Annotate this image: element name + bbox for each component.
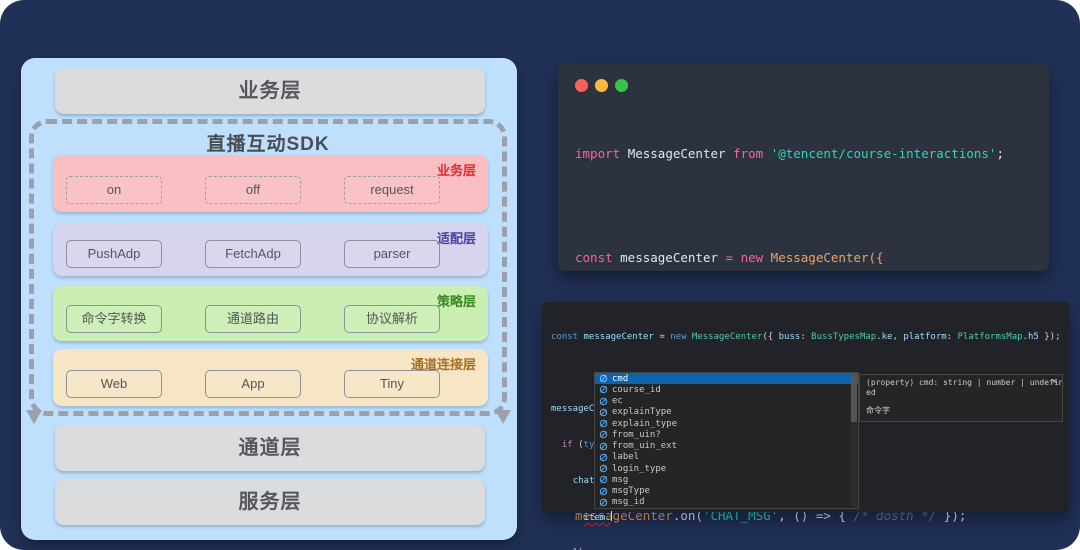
field-icon bbox=[599, 453, 608, 462]
suggest-item[interactable]: msgType bbox=[595, 486, 858, 497]
field-icon bbox=[599, 430, 608, 439]
business-layer-box: 业务层 bbox=[55, 68, 485, 114]
channel-layer-box: 通道层 bbox=[55, 425, 485, 471]
field-icon bbox=[599, 374, 608, 383]
vscode-editor: const messageCenter = new MessageCenter(… bbox=[542, 302, 1069, 512]
suggest-item[interactable]: msg_id bbox=[595, 497, 858, 508]
module-box: PushAdp bbox=[66, 240, 162, 268]
code-line: const messageCenter = new MessageCenter(… bbox=[551, 331, 1061, 343]
architecture-diagram: 业务层 直播互动SDK 业务层 on off request 适配层 PushA… bbox=[21, 58, 517, 540]
layer-title: 策略层 bbox=[437, 291, 476, 310]
scrollbar-thumb[interactable] bbox=[851, 374, 857, 422]
dropdown-scrollbar[interactable] bbox=[851, 374, 857, 507]
suggest-item[interactable]: login_type bbox=[595, 463, 858, 474]
suggest-docs-panel: (property) cmd: string | number | undefi… bbox=[859, 374, 1063, 422]
code-snippet-card: import MessageCenter from '@tencent/cour… bbox=[558, 63, 1049, 271]
suggest-item[interactable]: msg bbox=[595, 474, 858, 485]
field-icon bbox=[599, 498, 608, 507]
layer-boxes: on off request bbox=[66, 176, 440, 204]
module-box: Tiny bbox=[344, 370, 440, 398]
suggest-item[interactable]: from_uin? bbox=[595, 429, 858, 440]
field-icon bbox=[599, 475, 608, 484]
down-arrow-icon bbox=[26, 410, 42, 424]
suggest-item[interactable]: ec bbox=[595, 396, 858, 407]
layer-title: 适配层 bbox=[437, 228, 476, 247]
layer-title: 业务层 bbox=[437, 160, 476, 179]
field-icon bbox=[599, 442, 608, 451]
sdk-layer-channel-connect: 通道连接层 Web App Tiny bbox=[53, 349, 488, 406]
module-box: parser bbox=[344, 240, 440, 268]
close-icon[interactable]: × bbox=[1052, 377, 1057, 387]
module-box: 命令字转换 bbox=[66, 305, 162, 333]
module-box: Web bbox=[66, 370, 162, 398]
layer-boxes: 命令字转换 通道路由 协议解析 bbox=[66, 305, 440, 333]
window-zoom-icon bbox=[615, 79, 628, 92]
code-line: const messageCenter = new MessageCenter(… bbox=[575, 249, 1004, 266]
suggest-item[interactable]: course_id bbox=[595, 384, 858, 395]
service-layer-box: 服务层 bbox=[55, 479, 485, 525]
sdk-layer-business: 业务层 on off request bbox=[53, 155, 488, 212]
suggest-dropdown: cmd course_id ec explainType explain_typ… bbox=[594, 372, 859, 509]
code-line: import MessageCenter from '@tencent/cour… bbox=[575, 145, 1004, 162]
suggest-item[interactable]: from_uin_ext bbox=[595, 441, 858, 452]
error-squiggle: item. bbox=[584, 513, 611, 523]
module-box: 通道路由 bbox=[205, 305, 301, 333]
text-cursor bbox=[611, 511, 612, 521]
field-icon bbox=[599, 464, 608, 473]
module-box: request bbox=[344, 176, 440, 204]
field-icon bbox=[599, 487, 608, 496]
module-box: App bbox=[205, 370, 301, 398]
field-icon bbox=[599, 397, 608, 406]
window-minimize-icon bbox=[595, 79, 608, 92]
field-icon bbox=[599, 408, 608, 417]
docs-type-line: (property) cmd: string | number | undefi… bbox=[866, 378, 1048, 388]
module-box: 协议解析 bbox=[344, 305, 440, 333]
suggest-item[interactable]: explain_type bbox=[595, 418, 858, 429]
sdk-layer-adapter: 适配层 PushAdp FetchAdp parser bbox=[53, 223, 488, 276]
suggest-item[interactable]: label bbox=[595, 452, 858, 463]
field-icon bbox=[599, 419, 608, 428]
field-icon bbox=[599, 385, 608, 394]
module-box: off bbox=[205, 176, 301, 204]
code-line-cursor: item. bbox=[551, 511, 1061, 523]
window-controls bbox=[575, 79, 628, 92]
slide-canvas: 业务层 直播互动SDK 业务层 on off request 适配层 PushA… bbox=[0, 0, 1080, 550]
suggest-item[interactable]: explainType bbox=[595, 407, 858, 418]
sdk-title: 直播互动SDK bbox=[34, 129, 502, 156]
docs-type-line: ed bbox=[866, 388, 1048, 398]
module-box: FetchAdp bbox=[205, 240, 301, 268]
layer-boxes: PushAdp FetchAdp parser bbox=[66, 240, 440, 268]
suggest-item-selected[interactable]: cmd bbox=[595, 373, 858, 384]
window-close-icon bbox=[575, 79, 588, 92]
module-box: on bbox=[66, 176, 162, 204]
sdk-layer-strategy: 策略层 命令字转换 通道路由 协议解析 bbox=[53, 286, 488, 341]
docs-description: 命令字 bbox=[866, 406, 1048, 416]
layer-boxes: Web App Tiny bbox=[66, 370, 440, 398]
code-line bbox=[575, 197, 1004, 214]
down-arrow-icon bbox=[495, 410, 511, 424]
